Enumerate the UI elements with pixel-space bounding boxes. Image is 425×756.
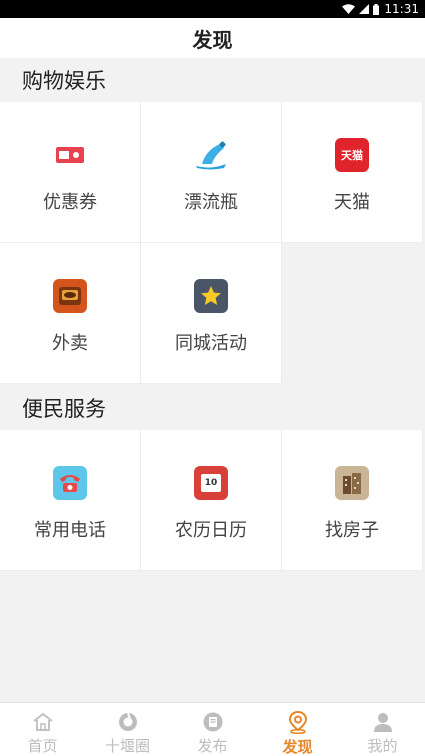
- grid-item-label: 天猫: [334, 192, 370, 213]
- star-icon: [194, 279, 228, 313]
- house-icon: [335, 466, 369, 500]
- tab-home[interactable]: 首页: [0, 703, 85, 756]
- tab-label: 发现: [282, 738, 313, 756]
- shopping-grid: 优惠券 漂流瓶 天猫 天猫 外卖 同城活动: [0, 102, 425, 384]
- grid-item-tmall[interactable]: 天猫 天猫: [282, 102, 423, 243]
- tab-publish[interactable]: 发布: [170, 703, 255, 756]
- top-bar: 发现: [0, 18, 425, 58]
- tab-label: 我的: [367, 737, 398, 755]
- grid-item-label: 漂流瓶: [184, 192, 238, 213]
- tab-label: 首页: [27, 737, 58, 755]
- grid-item-drift-bottle[interactable]: 漂流瓶: [141, 102, 282, 243]
- coupon-icon: [53, 138, 87, 172]
- tmall-icon-text: 天猫: [341, 149, 363, 162]
- status-time: 11:31: [384, 2, 419, 16]
- page-title: 发现: [192, 27, 233, 52]
- grid-item-lunar-calendar[interactable]: 10 农历日历: [141, 430, 282, 571]
- calendar-icon: 10: [194, 466, 228, 500]
- grid-item-takeout[interactable]: 外卖: [0, 243, 141, 384]
- tab-label: 十堰圈: [104, 737, 150, 755]
- grid-item-label: 外卖: [52, 333, 88, 354]
- section-header-shopping: 购物娱乐: [0, 58, 425, 102]
- bottom-tab-bar: 首页 十堰圈 发布 发现 我的: [0, 702, 425, 756]
- grid-item-coupon[interactable]: 优惠券: [0, 102, 141, 243]
- grid-item-label: 常用电话: [34, 520, 106, 541]
- grid-item-phone[interactable]: 常用电话: [0, 430, 141, 571]
- signal-icon: [359, 4, 370, 14]
- home-icon: [31, 710, 55, 733]
- grid-item-find-house[interactable]: 找房子: [282, 430, 423, 571]
- status-bar: 11:31: [0, 0, 425, 18]
- circle-icon: [116, 710, 140, 733]
- takeout-icon: [53, 279, 87, 313]
- publish-icon: [201, 710, 225, 733]
- wifi-icon: [342, 4, 356, 14]
- tab-discover[interactable]: 发现: [255, 703, 340, 756]
- battery-icon: [373, 3, 380, 15]
- tab-mine[interactable]: 我的: [340, 703, 425, 756]
- section-header-services: 便民服务: [0, 386, 425, 430]
- calendar-icon-text: 10: [204, 478, 218, 488]
- grid-item-label: 优惠券: [43, 192, 97, 213]
- grid-item-label: 农历日历: [175, 520, 247, 541]
- tab-label: 发布: [197, 737, 228, 755]
- tab-circle[interactable]: 十堰圈: [85, 703, 170, 756]
- grid-item-city-events[interactable]: 同城活动: [141, 243, 282, 384]
- grid-item-label: 同城活动: [175, 333, 247, 354]
- grid-item-label: 找房子: [325, 520, 379, 541]
- drift-bottle-icon: [194, 138, 228, 172]
- services-grid: 常用电话 10 农历日历 找房子: [0, 430, 425, 571]
- tmall-icon: 天猫: [335, 138, 369, 172]
- location-icon: [286, 710, 310, 734]
- user-icon: [371, 710, 395, 733]
- phone-icon: [53, 466, 87, 500]
